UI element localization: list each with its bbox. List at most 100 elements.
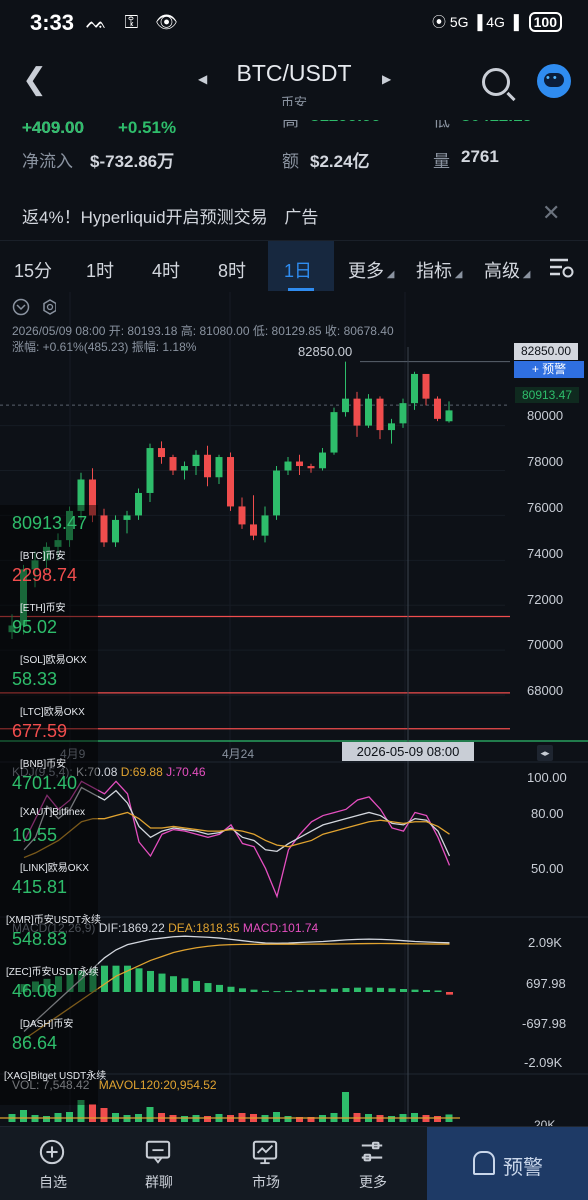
macd-axis-label: 2.09K [528,935,562,950]
volume-bar [89,1104,96,1122]
scroll-to-latest-icon[interactable]: ◂▸ [537,745,553,761]
macd-histogram-bar [227,986,235,992]
macd-histogram-bar [423,990,430,992]
watch-name[interactable]: [BTC]币安 [20,547,66,562]
candle-body [123,515,131,520]
nav-label: 群聊 [145,1174,173,1190]
macd-histogram-bar [434,990,442,992]
candle-body [112,519,119,543]
tab-indicators[interactable]: 指标 ◢ [416,257,462,283]
netflow-value: $-732.86万 [90,152,175,171]
tab-advanced-label: 高级 [484,261,520,281]
watch-value[interactable]: 4701.40 [12,773,77,794]
macd-histogram-bar [101,965,108,992]
ad-banner[interactable]: 返4%！Hyperliquid开启预测交易 广告 [22,203,318,228]
watch-name[interactable]: [XMR]币安USDT永续 [6,911,101,926]
battery-indicator: 100 [528,12,562,32]
tab-1h[interactable]: 1时 [86,257,114,283]
status-icons: ᨕ ⚿ 👁 [86,12,185,32]
alert-button[interactable]: 预警 [427,1127,588,1200]
watch-value[interactable]: 46.08 [12,981,57,1002]
kdj-axis-label: 80.00 [531,806,564,821]
price-label: 76000 [527,500,564,515]
watch-name[interactable]: [XAG]Bitget USDT永续 [4,1067,106,1082]
candle-body [192,454,200,467]
tab-8h[interactable]: 8时 [218,257,246,283]
nav-chat[interactable]: 群聊 [106,1127,212,1200]
watch-value[interactable]: 548.83 [12,929,67,950]
volume-value: 2761 [461,147,499,166]
add-alert-button[interactable]: + 预警 [514,361,584,378]
kdj-d: D:69.88 [120,765,163,779]
volume-bar [20,1110,27,1122]
candle-body [158,448,165,458]
candle-body [273,470,280,516]
watch-name[interactable]: [ETH]币安 [20,599,66,614]
macd-histogram-bar [216,984,223,992]
tab-advanced[interactable]: 高级 ◢ [484,257,530,283]
watch-value[interactable]: 95.02 [12,617,57,638]
search-icon[interactable] [482,68,510,96]
bottom-nav: 自选 群聊 市场 更多 预警 [0,1126,588,1200]
watch-name[interactable]: [LTC]欧易OKX [20,703,85,718]
tab-1d[interactable]: 1日 [284,257,312,283]
tab-4h[interactable]: 4时 [152,257,180,283]
candle-body [319,452,326,469]
price-label: 68000 [527,683,564,698]
candle-body [353,398,361,426]
watch-name[interactable]: [LINK]欧易OKX [20,859,89,874]
volume-bar [284,1116,292,1122]
next-pair-icon[interactable]: ▶ [382,72,391,86]
watch-name[interactable]: [DASH]币安 [20,1015,73,1030]
nav-more[interactable]: 更多 [320,1127,426,1200]
tab-more[interactable]: 更多 ◢ [348,257,394,283]
price-label: 74000 [527,546,564,561]
macd-histogram-bar [285,990,292,992]
network-icons: ⦿ 5G ▐ 4G ▐ [432,14,519,30]
close-icon[interactable]: ✕ [542,200,560,226]
watch-name[interactable]: [ZEC]币安USDT永续 [6,963,99,978]
chart-settings-icon[interactable] [548,255,574,284]
high-price-badge: 82850.00 [514,343,578,360]
tab-15m[interactable]: 15分 [14,257,52,283]
macd-histogram-bar [112,965,120,992]
ad-tag: 广告 [284,208,319,227]
macd-histogram-bar [388,988,396,992]
volume-label: 量 [433,152,450,171]
watch-value[interactable]: 80913.47 [12,513,87,534]
watchlist-overlay[interactable]: 80913.47 [BTC]币安 2298.74 [ETH]币安 95.02 [… [0,505,106,1105]
kdj-axis-label: 50.00 [531,861,564,876]
collapse-icon[interactable] [12,298,57,321]
tab-indicators-label: 指标 [416,261,452,281]
chevron-down-icon [12,298,57,316]
watch-value[interactable]: 86.64 [12,1033,57,1054]
netflow-label: 净流入 [22,152,73,171]
market-chart-icon [252,1140,278,1165]
status-bar: 3:33 ᨕ ⚿ 👁 ⦿ 5G ▐ 4G ▐ 100 [0,0,588,50]
watch-value[interactable]: 10.55 [12,825,57,846]
chat-icon [145,1140,171,1164]
candle-body [261,515,269,536]
price-label: 80000 [527,408,564,423]
macd-histogram-bar [181,978,189,992]
watch-value[interactable]: 2298.74 [12,565,77,586]
watch-name[interactable]: [SOL]欧易OKX [20,651,87,666]
macd-histogram-bar [296,990,304,992]
nav-watchlist[interactable]: 自选 [0,1127,106,1200]
volume-bar [66,1112,73,1122]
last-price-badge: 80913.47 [515,387,579,403]
candle-body [238,506,246,525]
watch-name[interactable]: [XAUT]Bitfinex [20,807,85,818]
watch-value[interactable]: 415.81 [12,877,67,898]
price-label: 78000 [527,454,564,469]
amount-value: $2.24亿 [310,152,370,171]
watch-value[interactable]: 677.59 [12,721,67,742]
candle-body [422,373,430,399]
watch-name[interactable]: [BNB]币安 [20,755,66,770]
date-label: 4月24 [222,747,255,761]
assistant-bot-icon[interactable] [537,64,571,98]
nav-market[interactable]: 市场 [213,1127,319,1200]
more-sliders-icon [361,1141,383,1162]
macd-dea: DEA:1818.35 [168,921,240,935]
watch-value[interactable]: 58.33 [12,669,57,690]
